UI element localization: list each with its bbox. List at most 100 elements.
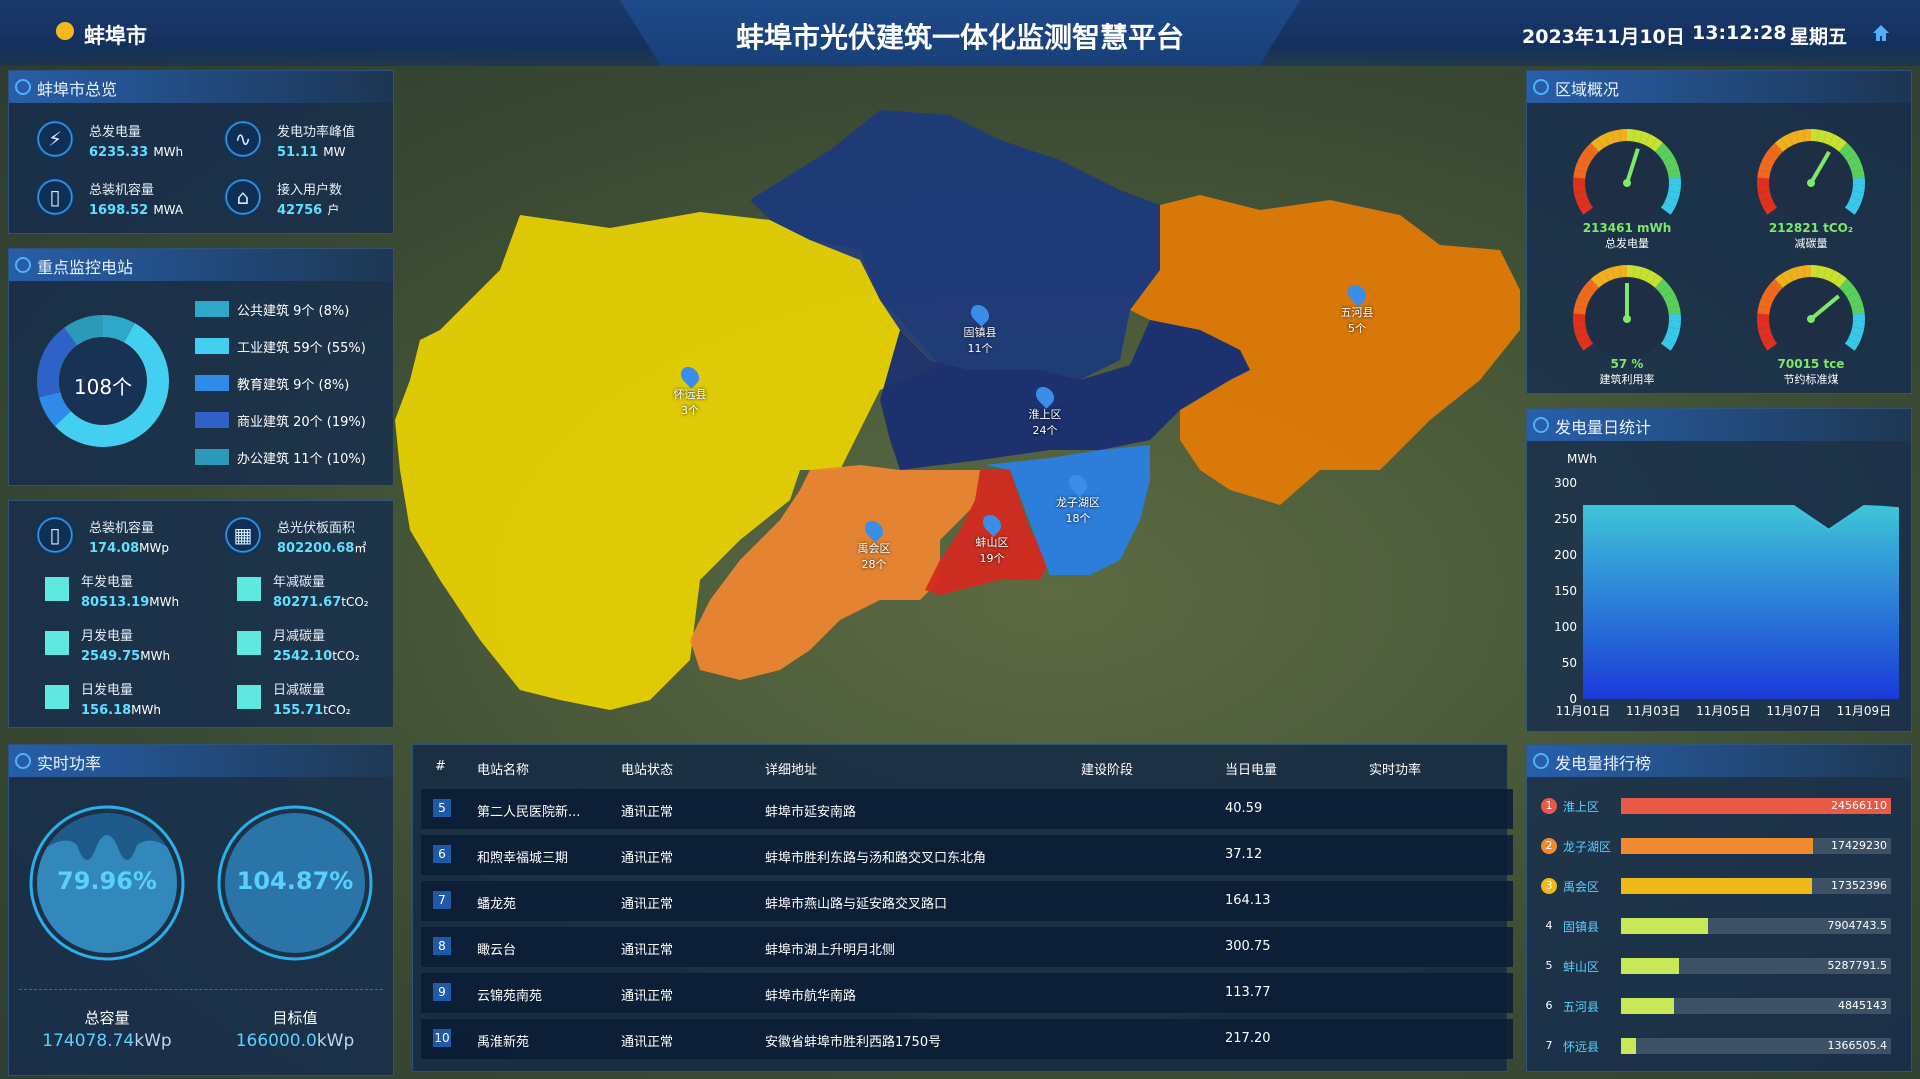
area-series[interactable] bbox=[1583, 506, 1899, 699]
region-huaiyuan[interactable] bbox=[395, 212, 940, 710]
table-header: # 电站名称 电站状态 详细地址 建设阶段 当日电量 实时功率 bbox=[413, 745, 1507, 787]
legend-item[interactable]: 商业建筑 20个 (19%) bbox=[195, 410, 395, 430]
legend-label: 工业建筑 59个 (55%) bbox=[237, 341, 366, 356]
house-icon: ⌂ bbox=[223, 177, 263, 217]
column-header[interactable]: 详细地址 bbox=[765, 759, 817, 778]
y-tick-label: 100 bbox=[1554, 620, 1577, 634]
cell-addr: 蚌埠市燕山路与延安路交叉路口 bbox=[765, 897, 948, 912]
map-label-wuhe[interactable]: 五河县 5个 bbox=[1317, 281, 1397, 336]
y-tick-label: 300 bbox=[1554, 476, 1577, 490]
ranking-item[interactable]: 7 怀远县 1366505.4 bbox=[1537, 1035, 1917, 1059]
rank-badge: 2 bbox=[1541, 838, 1557, 854]
cell-energy: 113.77 bbox=[1225, 985, 1271, 1000]
cell-status: 通讯正常 bbox=[621, 1035, 674, 1050]
legend-item[interactable]: 教育建筑 9个 (8%) bbox=[195, 373, 395, 393]
gauge-segment bbox=[1757, 177, 1770, 186]
stat-square-icon bbox=[45, 685, 69, 709]
stat-square-icon bbox=[237, 577, 261, 601]
column-header[interactable]: 电站名称 bbox=[477, 759, 529, 778]
cell-status: 通讯正常 bbox=[621, 989, 674, 1004]
region-name: 禹会区 bbox=[857, 542, 891, 555]
stat-label: 年减碳量 bbox=[273, 575, 326, 590]
map-label-longzihu[interactable]: 龙子湖区 18个 bbox=[1038, 471, 1118, 526]
cell-energy: 300.75 bbox=[1225, 939, 1271, 954]
column-header[interactable]: 当日电量 bbox=[1225, 759, 1277, 778]
rank-bar-track: 7904743.5 bbox=[1621, 918, 1891, 934]
rank-badge: 3 bbox=[1541, 878, 1557, 894]
installed-capacity-value: 1698.52 bbox=[89, 203, 149, 218]
current-date: 2023年11月10日 bbox=[1522, 26, 1685, 48]
home-icon[interactable] bbox=[1872, 24, 1890, 42]
rank-bar-track: 17352396 bbox=[1621, 878, 1891, 894]
ranking-item[interactable]: 1 淮上区 24566110 bbox=[1537, 795, 1917, 819]
y-axis-label: MWh bbox=[1567, 452, 1597, 466]
cell-name: 和煦幸福城三期 bbox=[477, 851, 569, 866]
region-name: 蚌山区 bbox=[975, 536, 1009, 549]
cell-name: 禹淮新苑 bbox=[477, 1035, 530, 1050]
ranking-item[interactable]: 6 五河县 4845143 bbox=[1537, 995, 1917, 1019]
map-label-bengshan[interactable]: 蚌山区 19个 bbox=[952, 511, 1032, 566]
cell-name: 瞰云台 bbox=[477, 943, 517, 958]
daily-generation-chart[interactable]: MWh05010015020025030011月01日 11月03日 11月05日 1… bbox=[1527, 441, 1911, 731]
column-header[interactable]: # bbox=[435, 759, 446, 774]
table-row[interactable]: 7 蟠龙苑 通讯正常 蚌埠市燕山路与延安路交叉路口 164.13 bbox=[421, 881, 1513, 921]
gauge-segment bbox=[1573, 313, 1586, 322]
legend-item[interactable]: 工业建筑 59个 (55%) bbox=[195, 336, 395, 356]
gauge-value: 70015 tce bbox=[1777, 357, 1845, 371]
area-panel: 区域概况 213461 mWh 总发电量 212821 tCO₂ 减碳量 57 % 建筑利… bbox=[1526, 70, 1912, 394]
ranking-item[interactable]: 3 禹会区 17352396 bbox=[1537, 875, 1917, 899]
column-header[interactable]: 实时功率 bbox=[1369, 759, 1421, 778]
cell-energy: 37.12 bbox=[1225, 847, 1263, 862]
table-row[interactable]: 6 和煦幸福城三期 通讯正常 蚌埠市胜利东路与汤和路交叉口东北角 37.12 bbox=[421, 835, 1513, 875]
stat-value-wrap: 156.18MWh bbox=[81, 699, 161, 718]
panel-icon bbox=[1533, 753, 1549, 769]
legend-item[interactable]: 公共建筑 9个 (8%) bbox=[195, 299, 395, 319]
table-row[interactable]: 8 瞰云台 通讯正常 蚌埠市湖上升明月北侧 300.75 bbox=[421, 927, 1513, 967]
installed-capacity-label: 总装机容量 bbox=[89, 183, 155, 198]
rank-bar-track: 24566110 bbox=[1621, 798, 1891, 814]
legend-item[interactable]: 办公建筑 11个 (10%) bbox=[195, 447, 395, 467]
legend-swatch bbox=[195, 338, 229, 354]
gauge-segment bbox=[1852, 177, 1865, 186]
region-count: 3个 bbox=[681, 404, 699, 417]
peak-power-label: 发电功率峰值 bbox=[277, 125, 356, 140]
table-row[interactable]: 9 云锦苑南苑 通讯正常 蚌埠市航华南路 113.77 bbox=[421, 973, 1513, 1013]
gauge-label: 减碳量 bbox=[1794, 237, 1828, 250]
ranking-item[interactable]: 4 固镇县 7904743.5 bbox=[1537, 915, 1917, 939]
panel-title: 重点监控电站 bbox=[37, 258, 134, 277]
region-name: 龙子湖区 bbox=[1056, 496, 1100, 509]
rank-value: 24566110 bbox=[1831, 799, 1887, 812]
map-pin-icon bbox=[1344, 281, 1370, 307]
total-capacity-value: 174078.74 bbox=[42, 1031, 135, 1051]
gauge-dial bbox=[1573, 129, 1681, 223]
gauge-segment bbox=[1573, 177, 1586, 186]
map-label-guzhen[interactable]: 固镇县 11个 bbox=[940, 301, 1020, 356]
rank-badge: 4 bbox=[1545, 919, 1553, 932]
table-row[interactable]: 10 禹淮新苑 通讯正常 安徽省蚌埠市胜利西路1750号 217.20 bbox=[421, 1019, 1513, 1059]
capacity-value: 174.08 bbox=[89, 541, 140, 556]
stat-square-icon bbox=[237, 685, 261, 709]
page-title: 蚌埠市光伏建筑一体化监测智慧平台 bbox=[735, 21, 1184, 54]
map-label-yuhui[interactable]: 禹会区 28个 bbox=[834, 517, 914, 572]
region-count: 19个 bbox=[979, 552, 1005, 565]
stat-label: 月发电量 bbox=[81, 629, 134, 644]
gauge-dial bbox=[1573, 265, 1681, 359]
column-header[interactable]: 电站状态 bbox=[621, 759, 673, 778]
ranking-item[interactable]: 5 蚌山区 5287791.5 bbox=[1537, 955, 1917, 979]
rank-bar-fill bbox=[1621, 958, 1680, 974]
map-label-huaishang[interactable]: 淮上区 24个 bbox=[1005, 383, 1085, 438]
panel-icon bbox=[15, 79, 31, 95]
legend-label: 办公建筑 11个 (10%) bbox=[237, 452, 366, 467]
table-row[interactable]: 5 第二人民医院新... 通讯正常 蚌埠市延安南路 40.59 bbox=[421, 789, 1513, 829]
gauge-segment bbox=[1757, 313, 1770, 322]
ranking-item[interactable]: 2 龙子湖区 17429230 bbox=[1537, 835, 1917, 859]
unit: tCO₂ bbox=[341, 595, 369, 609]
region-name: 五河县 bbox=[1340, 306, 1374, 319]
map-label-huaiyuan[interactable]: 怀远县 3个 bbox=[650, 363, 730, 418]
column-header[interactable]: 建设阶段 bbox=[1081, 759, 1133, 778]
map-pin-icon bbox=[979, 511, 1005, 537]
target-value: 166000.0 bbox=[235, 1031, 317, 1051]
map-pin-icon bbox=[967, 301, 993, 327]
city-name[interactable]: 蚌埠市 bbox=[84, 20, 147, 50]
stat-value: 155.71 bbox=[273, 703, 324, 718]
